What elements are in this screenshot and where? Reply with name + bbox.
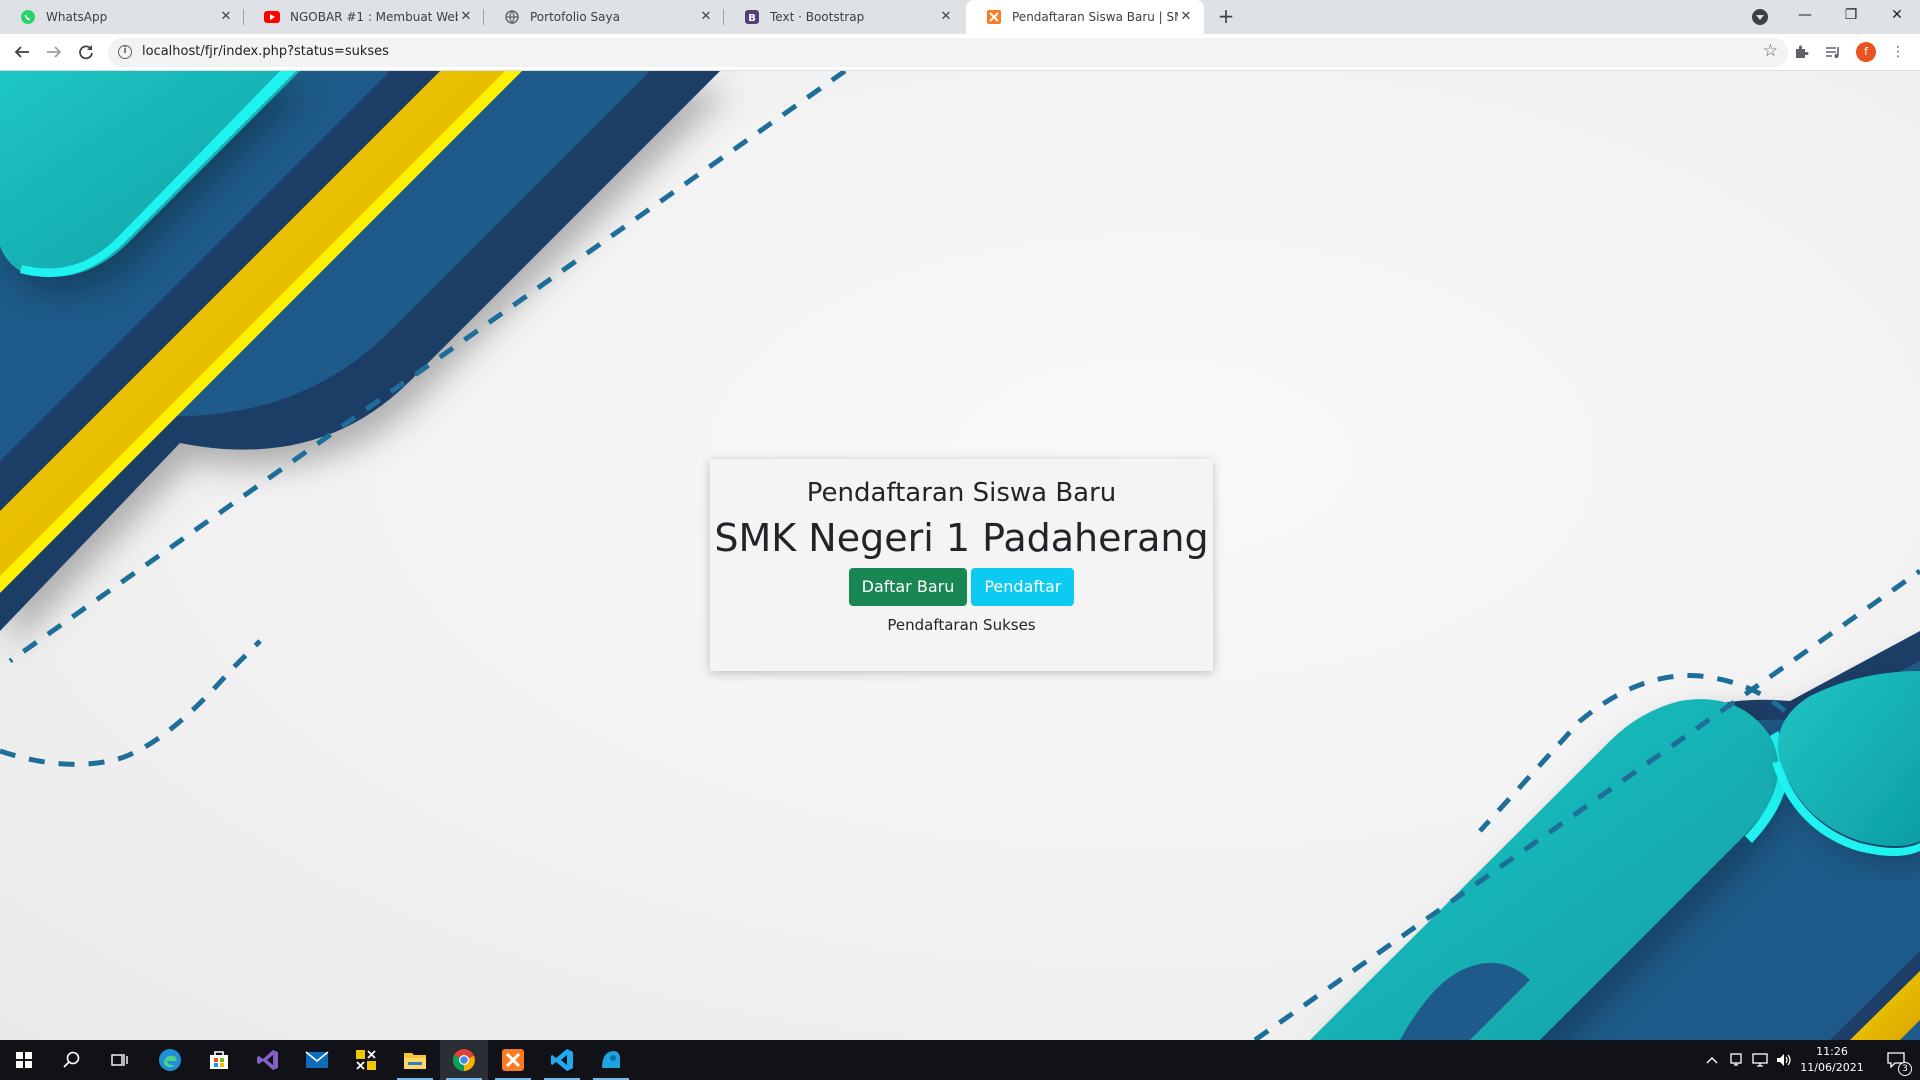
show-hidden-icons[interactable] — [1700, 1040, 1724, 1080]
tab-pendaftaran[interactable]: Pendaftaran Siswa Baru | SMK Co ✕ — [966, 0, 1204, 34]
vscode-icon — [551, 1049, 573, 1071]
card-buttons: Daftar Baru Pendaftar — [710, 568, 1213, 606]
close-tab-icon[interactable]: ✕ — [1178, 9, 1194, 25]
taskbar-mail[interactable] — [293, 1040, 341, 1080]
profile-avatar[interactable]: f — [1856, 42, 1876, 62]
taskbar-store[interactable] — [195, 1040, 243, 1080]
tab-whatsapp[interactable]: WhatsApp ✕ — [0, 0, 244, 34]
close-tab-icon[interactable]: ✕ — [938, 9, 954, 25]
address-bar[interactable]: i localhost/fjr/index.php?status=sukses … — [108, 38, 1788, 67]
tab-title: NGOBAR #1 : Membuat Website — [290, 10, 458, 24]
svg-text:B: B — [748, 13, 756, 24]
action-center[interactable]: 3 — [1876, 1040, 1916, 1080]
forward-arrow-icon — [47, 46, 62, 58]
clock-date: 11/06/2021 — [1800, 1061, 1864, 1074]
tab-title: Portofolio Saya — [530, 10, 620, 24]
decor-top-left — [0, 71, 720, 631]
tab-search-icon[interactable] — [1752, 9, 1768, 25]
tab-portofolio[interactable]: Portofolio Saya ✕ — [484, 0, 724, 34]
mail-icon — [305, 1051, 329, 1068]
tab-strip: WhatsApp ✕ NGOBAR #1 : Membuat Website ✕… — [0, 0, 1920, 34]
edge-icon — [159, 1049, 181, 1071]
card-subtitle: Pendaftaran Siswa Baru — [806, 478, 1117, 508]
network-icon — [1752, 1053, 1768, 1067]
forward-button[interactable] — [42, 40, 66, 64]
tab-title: WhatsApp — [46, 10, 108, 24]
taskbar-edge[interactable] — [146, 1040, 194, 1080]
taskbar-visual-studio[interactable] — [244, 1040, 292, 1080]
device-icon — [1730, 1053, 1742, 1066]
taskbar-file-explorer[interactable] — [391, 1040, 439, 1080]
chevron-up-icon — [1706, 1057, 1718, 1064]
globe-icon — [504, 9, 520, 25]
store-icon — [210, 1051, 228, 1069]
taskbar-vscode[interactable] — [538, 1040, 586, 1080]
status-message: Pendaftaran Sukses — [887, 616, 1036, 634]
extensions-icon[interactable] — [1791, 42, 1811, 62]
restore-button[interactable]: ❐ — [1828, 0, 1874, 30]
browser-toolbar: i localhost/fjr/index.php?status=sukses … — [0, 34, 1920, 71]
tab-title: Text · Bootstrap — [770, 10, 865, 24]
close-window-button[interactable]: ✕ — [1874, 0, 1920, 30]
folder-icon — [404, 1053, 426, 1069]
volume-icon — [1777, 1054, 1791, 1066]
chrome-icon — [452, 1049, 475, 1072]
pendaftar-button[interactable]: Pendaftar — [971, 568, 1075, 606]
close-tab-icon[interactable]: ✕ — [698, 9, 714, 25]
daftar-baru-button[interactable]: Daftar Baru — [848, 568, 968, 606]
close-tab-icon[interactable]: ✕ — [458, 9, 474, 25]
site-info-icon[interactable]: i — [118, 45, 132, 59]
page-viewport: Pendaftaran Siswa Baru SMK Negeri 1 Pada… — [0, 71, 1920, 1040]
taskbar-chrome[interactable] — [440, 1040, 488, 1080]
tray-network[interactable] — [1748, 1040, 1772, 1080]
tools-icon — [356, 1050, 376, 1070]
app-icon — [602, 1051, 620, 1068]
taskbar-clock[interactable]: 11:26 11/06/2021 — [1792, 1044, 1872, 1076]
start-button[interactable] — [0, 1040, 48, 1080]
registration-card: Pendaftaran Siswa Baru SMK Negeri 1 Pada… — [710, 459, 1213, 671]
search-button[interactable] — [48, 1040, 96, 1080]
close-tab-icon[interactable]: ✕ — [218, 9, 234, 25]
card-title: SMK Negeri 1 Padaherang — [714, 516, 1209, 560]
tab-title: Pendaftaran Siswa Baru | SMK Co — [1012, 10, 1178, 24]
taskbar-app[interactable] — [587, 1040, 635, 1080]
tray-device[interactable] — [1724, 1040, 1748, 1080]
xampp-icon — [502, 1049, 524, 1071]
task-view-icon — [111, 1054, 128, 1066]
tab-bootstrap[interactable]: B Text · Bootstrap ✕ — [724, 0, 964, 34]
task-view-button[interactable] — [96, 1040, 144, 1080]
reload-button[interactable] — [74, 40, 98, 64]
minimize-button[interactable]: — — [1782, 0, 1828, 30]
search-icon — [63, 1051, 80, 1068]
notification-count: 3 — [1898, 1062, 1912, 1076]
url-text[interactable]: localhost/fjr/index.php?status=sukses — [142, 44, 389, 59]
back-arrow-icon — [14, 46, 29, 58]
back-button[interactable] — [10, 40, 34, 64]
tab-ngobar[interactable]: NGOBAR #1 : Membuat Website ✕ — [244, 0, 484, 34]
whatsapp-icon — [20, 9, 36, 25]
bookmark-star-icon[interactable]: ☆ — [1763, 41, 1778, 61]
new-tab-button[interactable]: + — [1214, 5, 1238, 29]
bootstrap-icon: B — [744, 9, 760, 25]
taskbar-tools[interactable] — [342, 1040, 390, 1080]
clock-time: 11:26 — [1816, 1045, 1848, 1058]
reload-icon — [79, 45, 93, 60]
windows-logo-icon — [16, 1052, 32, 1068]
media-control-icon[interactable] — [1823, 42, 1843, 62]
xampp-icon — [986, 9, 1002, 25]
menu-dots-icon[interactable]: ⋮ — [1888, 42, 1908, 62]
windows-taskbar: 11:26 11/06/2021 3 — [0, 1040, 1920, 1080]
visual-studio-icon — [257, 1050, 278, 1070]
decor-bottom-right — [1310, 631, 1920, 1040]
taskbar-xampp[interactable] — [489, 1040, 537, 1080]
youtube-icon — [264, 9, 280, 25]
